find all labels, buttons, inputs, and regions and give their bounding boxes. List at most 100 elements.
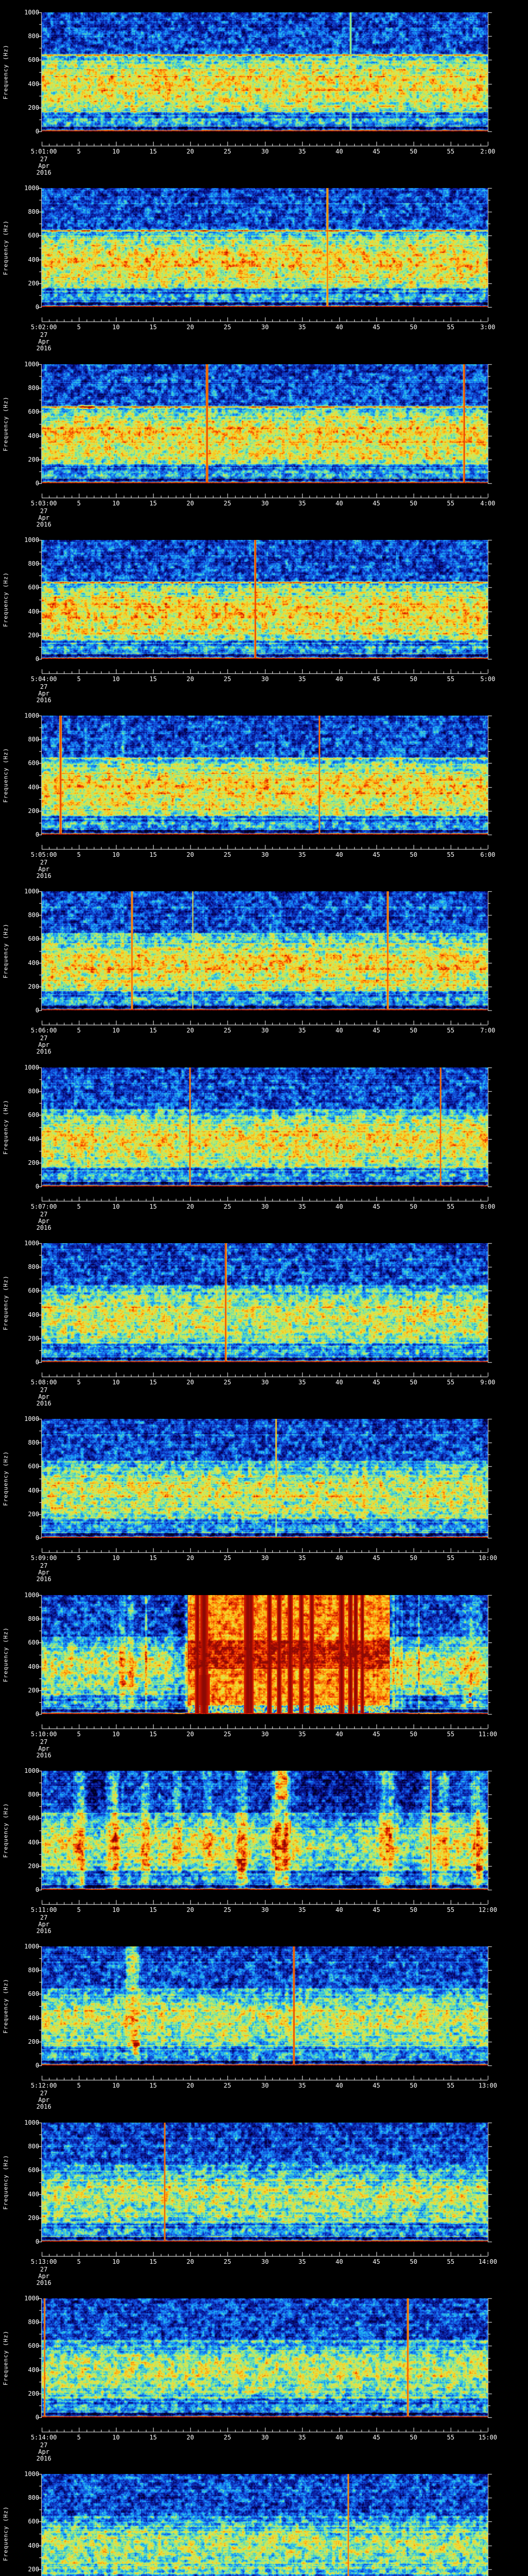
x-tick-label: 40 [335,1379,343,1386]
x-tick-label: 55 [447,148,455,155]
x-tick-label: 50 [409,1554,418,1562]
y-tick-label: 0 [35,1359,39,1366]
y-tick-label: 600 [28,935,39,942]
x-tick-label: 55 [447,1731,455,1738]
x-tick-label: 5 [77,148,81,155]
x-tick-label: 5 [77,2258,81,2265]
x-tick-label: 25 [223,324,232,331]
spectrogram-panel-5-12-00: Frequency (Hz) 0 200 400 600 800 1000 5 10 15 20 25… [0,1934,528,2110]
spectrogram-image [42,891,488,1010]
x-tick-label: 10 [112,2258,120,2265]
y-tick-label: 1000 [24,712,39,719]
x-tick-label: 30 [261,1379,269,1386]
x-tick-label: 5 [77,1027,81,1034]
spectrogram-panel-5-06-00: Frequency (Hz) 0 200 400 600 800 1000 5 10 15 20 25… [0,879,528,1055]
spectrogram-image [42,2474,488,2576]
start-time-label: 5:06:00 [30,1027,57,1034]
x-tick-label: 5 [77,324,81,331]
end-time-label: 15:00 [478,2434,498,2441]
x-tick-label: 10 [112,675,120,683]
y-tick-label: 1000 [24,1767,39,1774]
frequency-axis-label: Frequency (Hz) [2,572,9,627]
start-time-label: 5:05:00 [30,851,57,858]
x-tick-label: 35 [298,148,306,155]
x-tick-label: 35 [298,1203,306,1210]
x-tick-label: 20 [186,500,194,507]
x-tick-label: 10 [112,500,120,507]
start-time-label: 5:01:00 [30,148,57,155]
x-tick-label: 20 [186,1027,194,1034]
start-time-label: 5:11:00 [30,1906,57,1913]
end-time-label: 9:00 [480,1379,496,1386]
x-tick-label: 20 [186,1379,194,1386]
x-tick-label: 55 [447,2258,455,2265]
x-tick-label: 55 [447,1379,455,1386]
spectrogram-image [42,1595,488,1714]
x-tick-label: 50 [409,1731,418,1738]
x-tick-label: 30 [261,500,269,507]
x-tick-label: 15 [149,1554,157,1562]
x-tick-label: 50 [409,1906,418,1913]
y-tick-label: 800 [28,384,39,392]
end-time-label: 6:00 [480,851,496,858]
x-tick-label: 5 [77,1554,81,1562]
spectrogram-image [42,1243,488,1362]
spectrogram-image [42,716,488,835]
y-tick-label: 800 [28,1263,39,1270]
x-tick-label: 25 [223,851,232,858]
frequency-axis-label: Frequency (Hz) [2,1451,9,1506]
y-tick-label: 400 [28,1663,39,1670]
y-tick-label: 0 [35,303,39,311]
x-tick-label: 20 [186,324,194,331]
spectrogram-stack: Frequency (Hz) 0 200 400 600 800 1000 5 10 15 20 25… [0,0,528,2576]
date-line: 2016 [36,1575,52,1583]
y-tick-label: 200 [28,983,39,990]
x-tick-label: 10 [112,1554,120,1562]
y-tick-label: 400 [28,608,39,615]
y-tick-label: 0 [35,1534,39,1541]
start-time-label: 5:12:00 [30,2082,57,2089]
x-tick-label: 45 [372,1203,381,1210]
x-tick-label: 45 [372,851,381,858]
frequency-axis-label: Frequency (Hz) [2,1099,9,1155]
spectrogram-image [42,12,488,131]
x-tick-label: 55 [447,675,455,683]
y-tick-label: 1000 [24,361,39,368]
y-tick-label: 1000 [24,1591,39,1599]
x-tick-label: 15 [149,2258,157,2265]
y-tick-label: 400 [28,432,39,439]
y-tick-label: 0 [35,2062,39,2069]
x-tick-label: 35 [298,500,306,507]
y-tick-label: 0 [35,128,39,135]
x-tick-label: 15 [149,675,157,683]
y-tick-label: 400 [28,80,39,88]
y-tick-label: 600 [28,1463,39,1470]
x-tick-label: 55 [447,2434,455,2441]
date-line: 2016 [36,2455,52,2462]
y-tick-label: 400 [28,784,39,791]
x-tick-label: 25 [223,500,232,507]
x-tick-label: 40 [335,675,343,683]
x-tick-label: 50 [409,1027,418,1034]
y-tick-label: 200 [28,632,39,639]
x-tick-label: 10 [112,1731,120,1738]
spectrogram-panel-5-10-00: Frequency (Hz) 0 200 400 600 800 1000 5 10 15 20 25… [0,1583,528,1758]
x-tick-label: 40 [335,148,343,155]
x-tick-label: 55 [447,851,455,858]
x-tick-label: 40 [335,324,343,331]
x-tick-label: 20 [186,675,194,683]
x-tick-label: 30 [261,2258,269,2265]
spectrogram-image [42,1771,488,1890]
y-tick-label: 600 [28,56,39,63]
x-tick-label: 55 [447,500,455,507]
end-time-label: 5:00 [480,675,496,683]
y-tick-label: 600 [28,2342,39,2349]
spectrogram-panel-5-11-00: Frequency (Hz) 0 200 400 600 800 1000 5 10 15 20 25… [0,1758,528,1934]
y-tick-label: 600 [28,1639,39,1646]
y-tick-label: 1000 [24,2295,39,2302]
x-tick-label: 20 [186,1554,194,1562]
x-tick-label: 35 [298,2082,306,2089]
x-tick-label: 25 [223,1731,232,1738]
date-line: 2016 [36,872,52,879]
x-tick-label: 10 [112,2082,120,2089]
